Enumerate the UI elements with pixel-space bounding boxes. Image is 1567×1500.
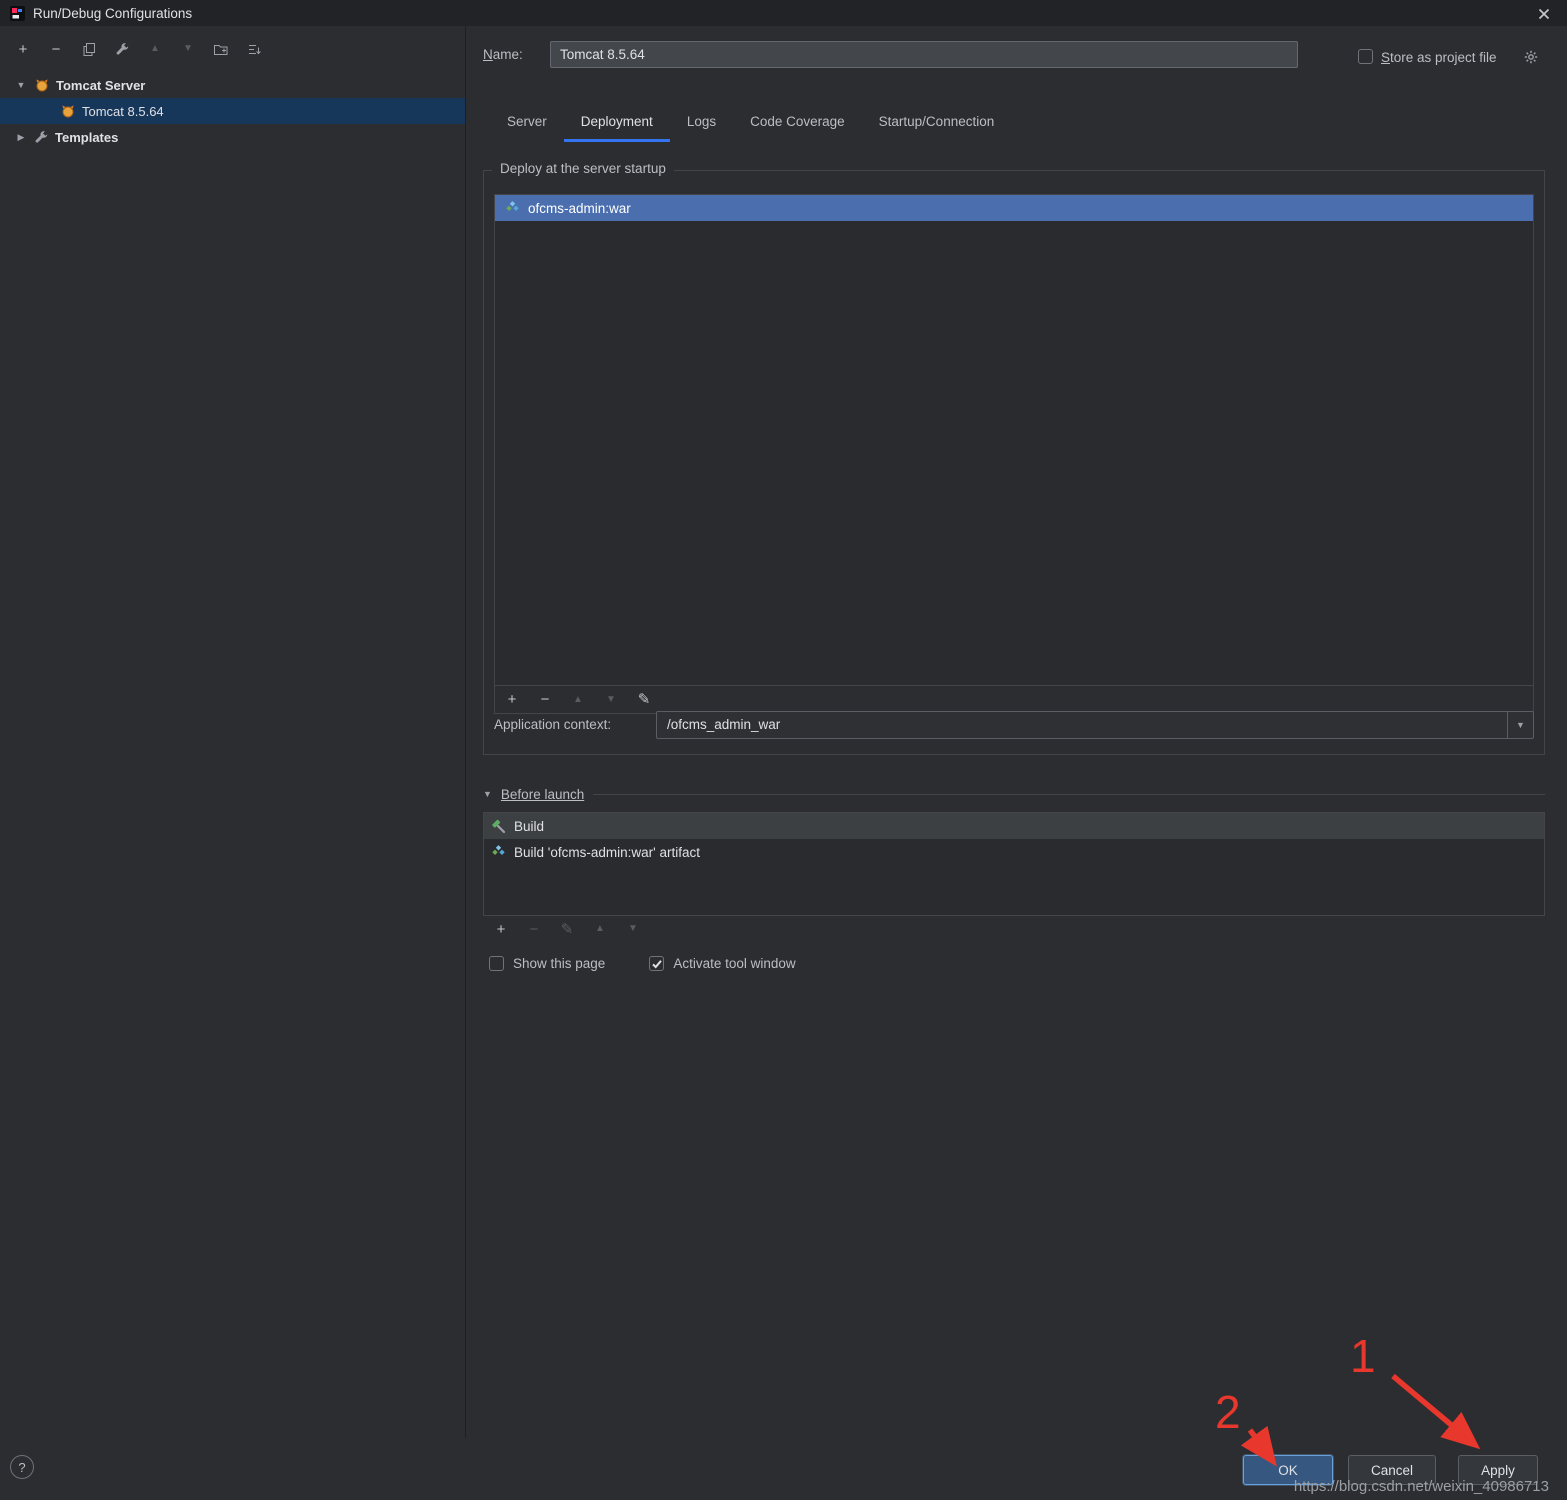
add-configuration-button[interactable]: + bbox=[14, 40, 32, 58]
move-task-down-icon[interactable]: ▼ bbox=[624, 920, 642, 938]
tomcat-icon bbox=[60, 104, 76, 118]
tab-code-coverage[interactable]: Code Coverage bbox=[733, 104, 862, 142]
store-as-project-file-checkbox[interactable] bbox=[1358, 49, 1373, 64]
app-icon bbox=[10, 6, 25, 21]
tab-server[interactable]: Server bbox=[490, 104, 564, 142]
move-artifact-down-icon[interactable]: ▼ bbox=[602, 691, 620, 709]
dialog-titlebar: Run/Debug Configurations bbox=[0, 0, 1567, 26]
deploy-group-title: Deploy at the server startup bbox=[492, 161, 674, 176]
before-launch-item-build-artifact[interactable]: Build 'ofcms-admin:war' artifact bbox=[484, 839, 1544, 865]
before-launch-toolbar: + − ✎ ▲ ▼ bbox=[483, 920, 642, 938]
dialog-title: Run/Debug Configurations bbox=[33, 6, 192, 21]
move-up-icon[interactable]: ▲ bbox=[146, 40, 164, 58]
before-launch-item-label: Build 'ofcms-admin:war' artifact bbox=[514, 845, 700, 860]
artifact-list-item[interactable]: ofcms-admin:war bbox=[495, 195, 1533, 221]
edit-artifact-pencil-icon[interactable]: ✎ bbox=[635, 691, 653, 709]
wrench-icon bbox=[34, 130, 49, 145]
copy-configuration-icon[interactable] bbox=[80, 40, 98, 58]
before-launch-title[interactable]: Before launch bbox=[501, 787, 584, 802]
before-launch-item-build[interactable]: Build bbox=[484, 813, 1544, 839]
tree-toolbar: + − ▲ ▼ bbox=[0, 26, 465, 68]
close-icon[interactable] bbox=[1535, 5, 1553, 23]
configurations-tree-panel: + − ▲ ▼ ▼ Tomcat Server Tomcat 8.5 bbox=[0, 26, 466, 1438]
remove-task-button[interactable]: − bbox=[525, 920, 543, 938]
tree-node-label: Templates bbox=[55, 130, 118, 145]
artifact-icon bbox=[491, 845, 506, 860]
tab-deployment[interactable]: Deployment bbox=[564, 104, 670, 142]
deploy-groupbox: Deploy at the server startup ofcms-admin… bbox=[483, 170, 1545, 755]
add-artifact-button[interactable]: + bbox=[503, 691, 521, 709]
application-context-combobox[interactable]: /ofcms_admin_war ▼ bbox=[656, 711, 1534, 739]
tree-node-tomcat-8-5-64[interactable]: Tomcat 8.5.64 bbox=[0, 98, 465, 124]
move-artifact-up-icon[interactable]: ▲ bbox=[569, 691, 587, 709]
tab-logs[interactable]: Logs bbox=[670, 104, 733, 142]
remove-configuration-button[interactable]: − bbox=[47, 40, 65, 58]
tab-startup-connection[interactable]: Startup/Connection bbox=[862, 104, 1012, 142]
artifact-label: ofcms-admin:war bbox=[528, 201, 631, 216]
watermark-text: https://blog.csdn.net/weixin_40986713 bbox=[1294, 1478, 1549, 1495]
deploy-list-toolbar: + − ▲ ▼ ✎ bbox=[494, 686, 1534, 714]
tree-node-tomcat-server[interactable]: ▼ Tomcat Server bbox=[0, 72, 465, 98]
show-this-page-checkbox[interactable] bbox=[489, 956, 504, 971]
configurations-tree: ▼ Tomcat Server Tomcat 8.5.64 ▶ Template… bbox=[0, 72, 465, 150]
artifact-icon bbox=[505, 201, 520, 216]
name-label: Name: bbox=[483, 47, 523, 62]
before-launch-item-label: Build bbox=[514, 819, 544, 834]
name-input[interactable] bbox=[550, 41, 1298, 68]
before-launch-separator: ▼ Before launch bbox=[483, 782, 1545, 806]
tree-node-templates[interactable]: ▶ Templates bbox=[0, 124, 465, 150]
move-down-icon[interactable]: ▼ bbox=[179, 40, 197, 58]
sort-configurations-icon[interactable] bbox=[245, 40, 263, 58]
collapse-arrow-icon[interactable]: ▼ bbox=[483, 789, 492, 799]
chevron-down-icon[interactable]: ▼ bbox=[14, 80, 28, 90]
separator-line bbox=[593, 794, 1545, 795]
settings-tabs: Server Deployment Logs Code Coverage Sta… bbox=[490, 104, 1011, 142]
annotation-arrow-1 bbox=[1393, 1376, 1474, 1444]
activate-tool-window-label[interactable]: Activate tool window bbox=[673, 956, 795, 971]
new-folder-icon[interactable] bbox=[212, 40, 230, 58]
tomcat-icon bbox=[34, 78, 50, 92]
deploy-artifacts-list: ofcms-admin:war bbox=[494, 194, 1534, 686]
application-context-label: Application context: bbox=[494, 711, 611, 739]
move-task-up-icon[interactable]: ▲ bbox=[591, 920, 609, 938]
show-this-page-label[interactable]: Show this page bbox=[513, 956, 605, 971]
tree-node-label: Tomcat Server bbox=[56, 78, 145, 93]
annotation-step-1: 1 bbox=[1350, 1330, 1376, 1382]
store-as-project-file-label[interactable]: Store as project file bbox=[1381, 50, 1497, 65]
tree-node-label: Tomcat 8.5.64 bbox=[82, 104, 164, 119]
edit-task-pencil-icon[interactable]: ✎ bbox=[558, 920, 576, 938]
activate-tool-window-checkbox[interactable] bbox=[649, 956, 664, 971]
hammer-icon bbox=[491, 819, 506, 834]
add-task-button[interactable]: + bbox=[492, 920, 510, 938]
edit-defaults-wrench-icon[interactable] bbox=[113, 40, 131, 58]
help-button[interactable]: ? bbox=[10, 1455, 34, 1479]
before-launch-options: Show this page Activate tool window bbox=[489, 956, 796, 971]
chevron-right-icon[interactable]: ▶ bbox=[14, 132, 28, 143]
annotation-step-2: 2 bbox=[1215, 1386, 1241, 1438]
gear-icon[interactable] bbox=[1524, 50, 1538, 64]
application-context-value: /ofcms_admin_war bbox=[667, 712, 780, 738]
run-debug-configurations-dialog: { "titlebar": { "title": "Run/Debug Conf… bbox=[0, 0, 1567, 1500]
combobox-dropdown-icon[interactable]: ▼ bbox=[1507, 712, 1533, 738]
before-launch-list: Build Build 'ofcms-admin:war' artifact bbox=[483, 812, 1545, 916]
remove-artifact-button[interactable]: − bbox=[536, 691, 554, 709]
